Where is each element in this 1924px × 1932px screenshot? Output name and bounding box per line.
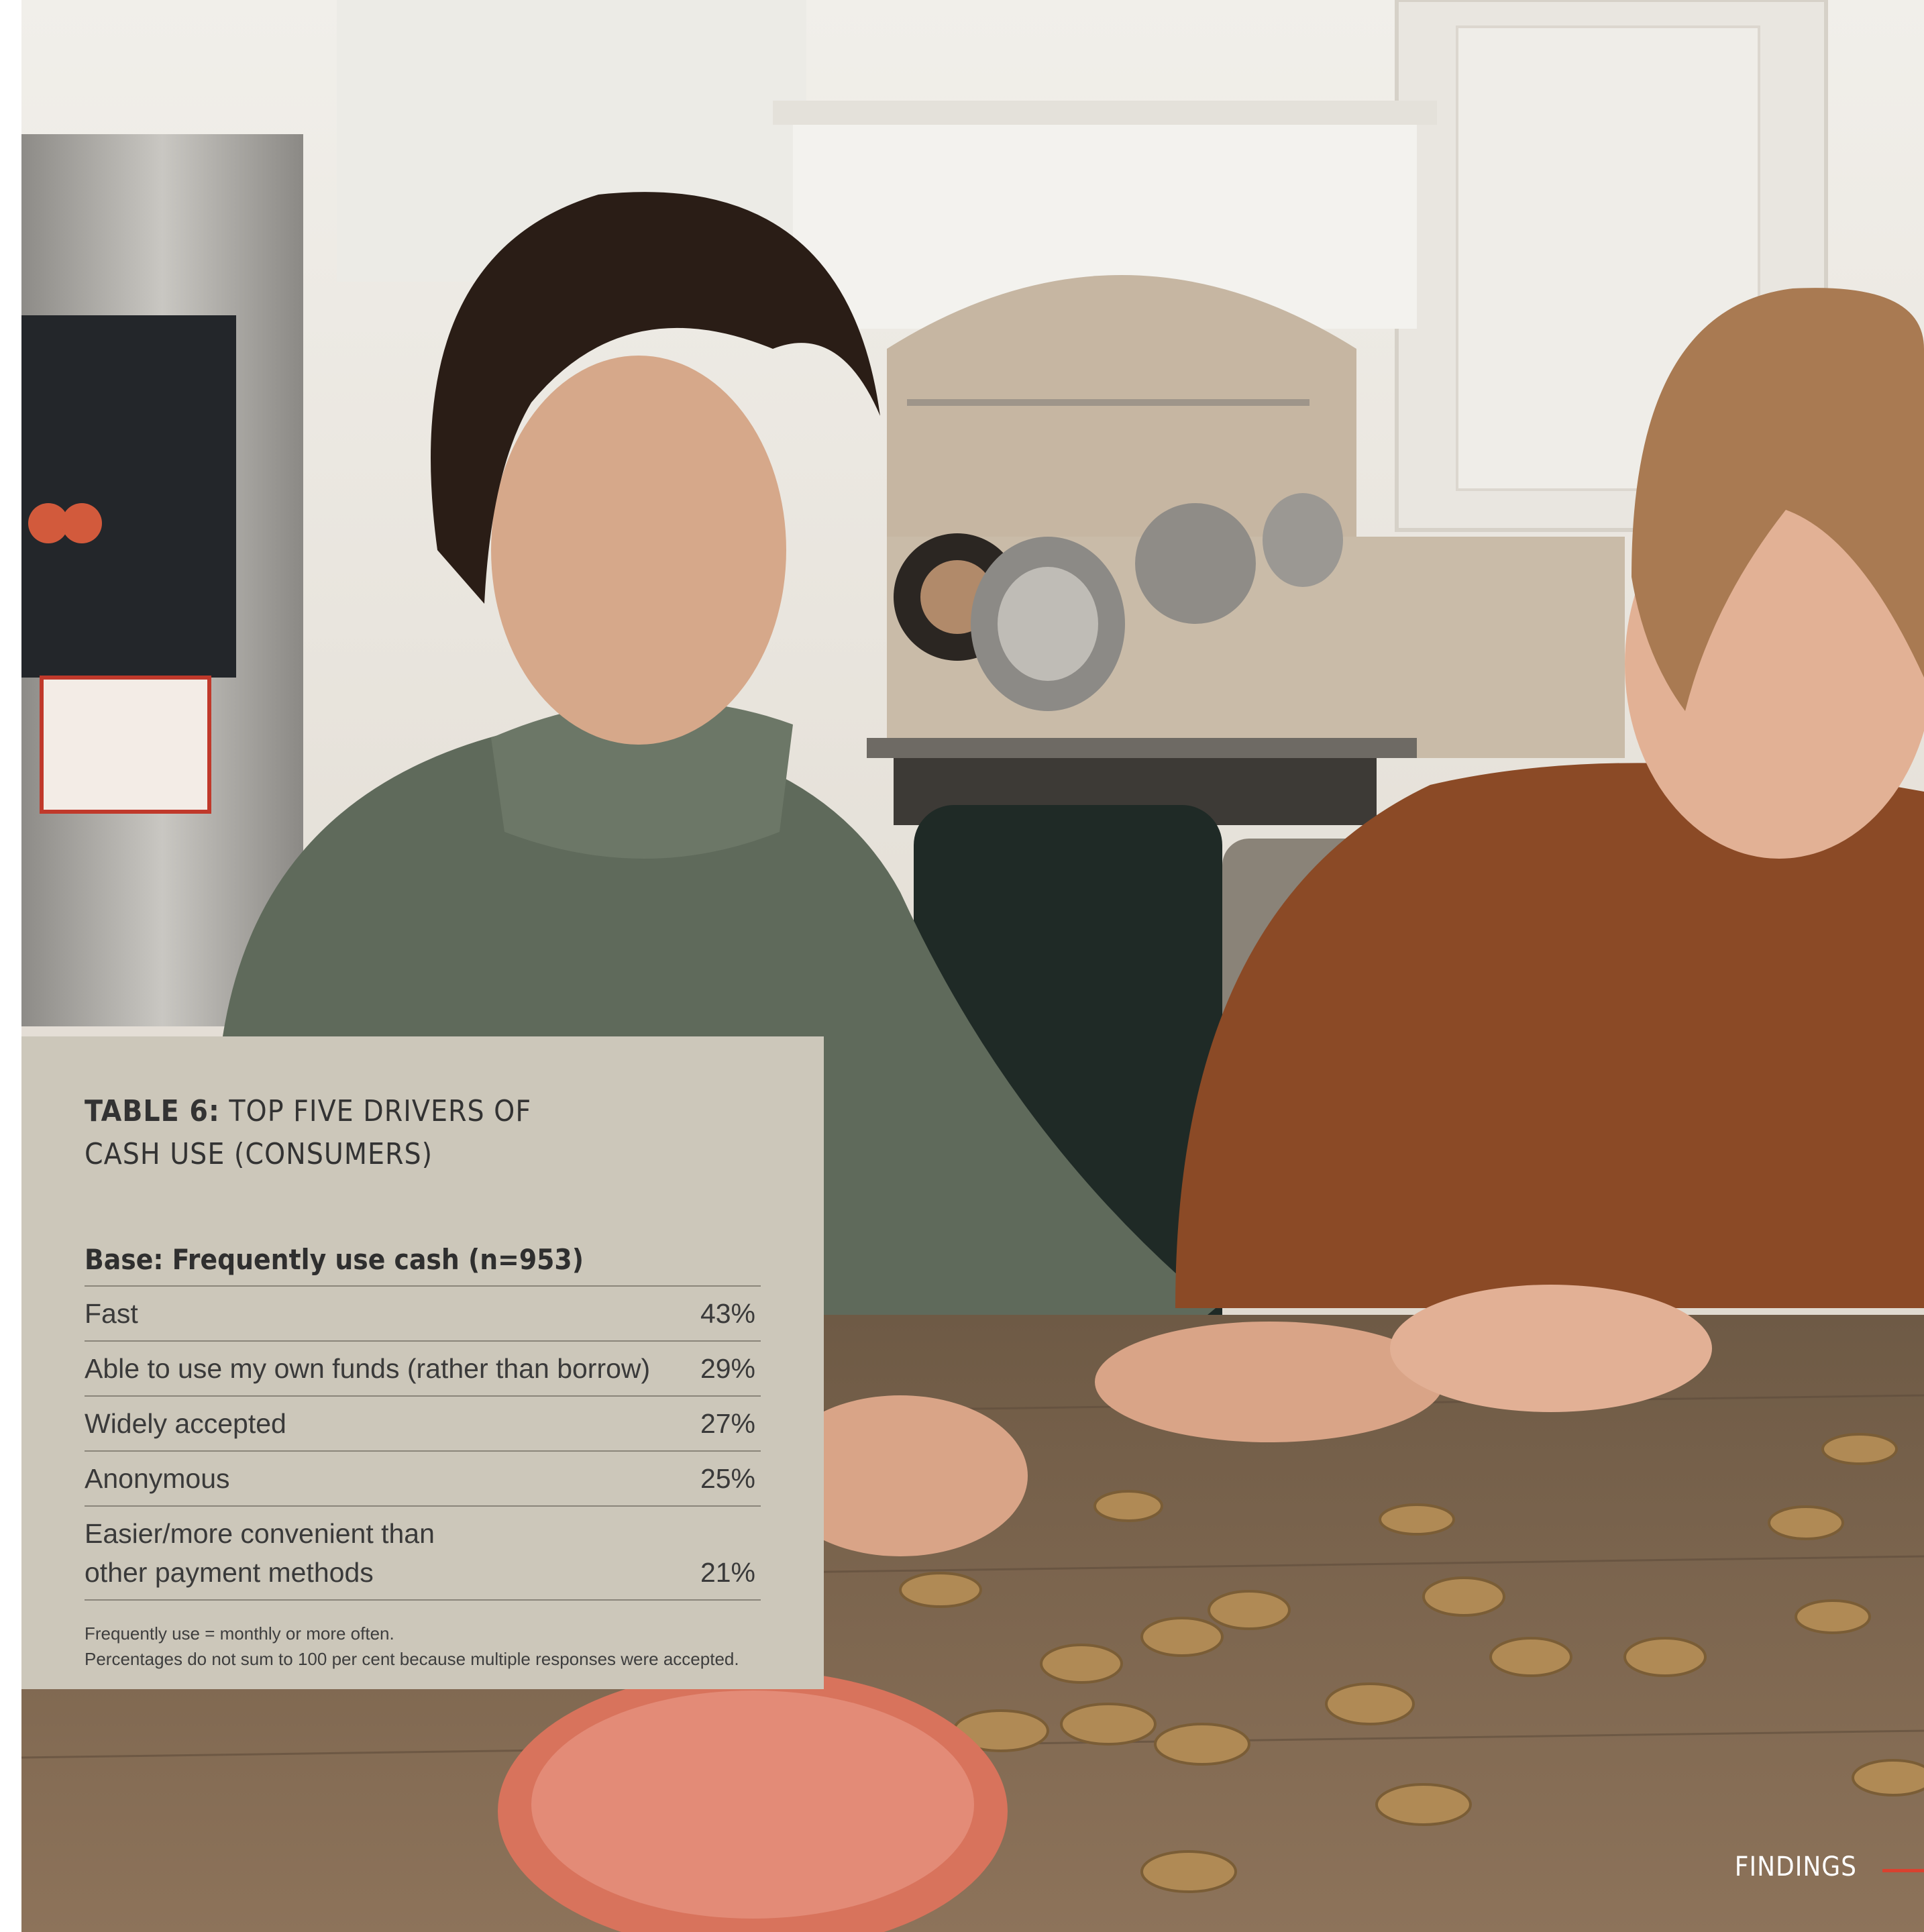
table-panel: TABLE 6: TOP FIVE DRIVERS OF CASH USE (C… [21, 1036, 824, 1689]
row-label: Widely accepted [85, 1408, 286, 1439]
table-row: Fast 43% [85, 1287, 761, 1342]
row-value: 25% [700, 1463, 755, 1494]
table-row: Able to use my own funds (rather than bo… [85, 1342, 761, 1397]
row-value: 43% [700, 1298, 755, 1329]
table-title-number: TABLE 6: [85, 1094, 220, 1128]
row-value: 27% [700, 1408, 755, 1439]
table-row: Easier/more convenient than other paymen… [85, 1507, 761, 1601]
section-accent-rule [1882, 1869, 1924, 1872]
table-note: Frequently use = monthly or more often. [85, 1623, 394, 1644]
row-label: Anonymous [85, 1463, 230, 1494]
table-note: Percentages do not sum to 100 per cent b… [85, 1649, 739, 1669]
table-row: Anonymous 25% [85, 1452, 761, 1507]
section-label: FINDINGS [1734, 1851, 1857, 1882]
row-value: 29% [700, 1353, 755, 1384]
row-label: Fast [85, 1298, 138, 1329]
row-value: 21% [700, 1557, 755, 1588]
table-row: Widely accepted 27% [85, 1397, 761, 1452]
table-title: TABLE 6: TOP FIVE DRIVERS OF CASH USE (C… [85, 1090, 594, 1176]
row-label: Able to use my own funds (rather than bo… [85, 1353, 651, 1384]
row-label: Easier/more convenient than other paymen… [85, 1518, 435, 1588]
table-base-row: Base: Frequently use cash (n=953) [85, 1243, 761, 1287]
table-notes: Frequently use = monthly or more often. … [85, 1621, 761, 1672]
